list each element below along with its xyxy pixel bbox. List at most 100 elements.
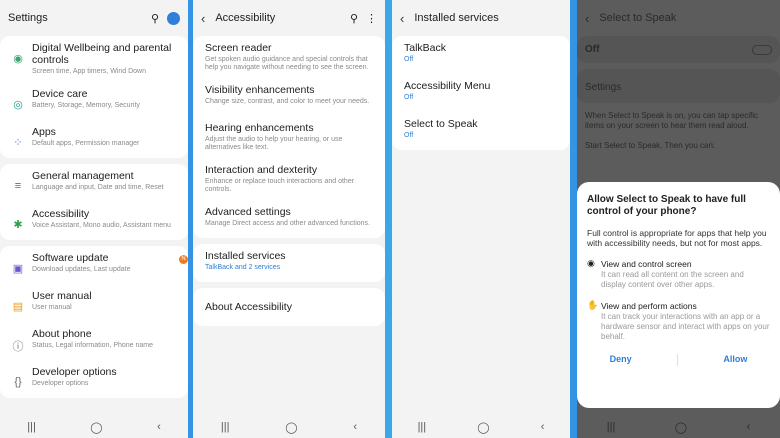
item-title: Installed services <box>205 250 286 262</box>
dialog-title: Allow Select to Speak to have full contr… <box>587 194 746 217</box>
service-talkback[interactable]: TalkBack Off <box>392 36 570 74</box>
item-title: Software update <box>32 252 109 264</box>
settings-header: Settings ⚲ <box>0 0 188 36</box>
settings-row[interactable]: Settings <box>577 69 780 103</box>
accessibility-icon: ✱ <box>13 219 23 231</box>
nav-bar: ||| ◯ ‹ <box>0 416 188 438</box>
settings-item-device-care[interactable]: ◎ Device care Battery, Storage, Memory, S… <box>0 82 188 120</box>
accessibility-screen: ‹ Accessibility ⚲ ⋮ Screen reader Get spo… <box>193 0 385 438</box>
item-about-accessibility[interactable]: About Accessibility <box>193 288 385 326</box>
manual-icon: ▤ <box>12 301 24 313</box>
settings-screen: Settings ⚲ ◉ Digital Wellbeing and paren… <box>0 0 188 438</box>
item-installed-services[interactable]: Installed services TalkBack and 2 service… <box>193 244 385 282</box>
settings-item-digital-wellbeing[interactable]: ◉ Digital Wellbeing and parental control… <box>0 36 188 82</box>
home-icon[interactable]: ◯ <box>675 421 687 434</box>
software-update-icon: ▣ <box>12 263 24 275</box>
installed-services-header: ‹ Installed services <box>392 0 570 36</box>
recent-apps-icon[interactable]: ||| <box>418 421 427 433</box>
item-title: About Accessibility <box>205 301 292 313</box>
new-badge: N <box>179 255 188 264</box>
toggle-row[interactable]: Off <box>577 36 780 63</box>
off-switch[interactable] <box>752 44 772 55</box>
item-title: Apps <box>32 126 56 138</box>
back-arrow-icon[interactable]: ‹ <box>585 11 589 26</box>
start-text: Start Select to Speak. Then you can: <box>585 141 716 150</box>
item-title: Interaction and dexterity <box>205 164 318 176</box>
button-divider <box>677 354 678 366</box>
home-icon[interactable]: ◯ <box>477 421 489 434</box>
item-sub: Get spoken audio guidance and special co… <box>205 56 369 71</box>
recent-apps-icon[interactable]: ||| <box>607 421 616 433</box>
page-title: Settings <box>8 12 48 24</box>
permission-desc: It can read all content on the screen an… <box>601 270 744 289</box>
back-arrow-icon[interactable]: ‹ <box>400 11 404 26</box>
permission-desc: It can track your interactions with an a… <box>601 312 770 341</box>
item-hearing-enhancements[interactable]: Hearing enhancements Adjust the audio to … <box>193 116 385 158</box>
settings-group-1: ◉ Digital Wellbeing and parental control… <box>0 36 188 158</box>
back-icon[interactable]: ‹ <box>157 421 161 433</box>
info-icon: ⓘ <box>12 341 24 353</box>
back-icon[interactable]: ‹ <box>353 421 357 433</box>
item-interaction-dexterity[interactable]: Interaction and dexterity Enhance or repl… <box>193 158 385 200</box>
page-title: Accessibility <box>215 12 276 24</box>
recent-apps-icon[interactable]: ||| <box>221 421 230 433</box>
profile-icon[interactable] <box>167 11 180 25</box>
dialog-body: Full control is appropriate for apps tha… <box>587 228 767 248</box>
device-care-icon: ◎ <box>13 99 23 111</box>
search-icon[interactable]: ⚲ <box>151 12 159 25</box>
item-title: User manual <box>32 290 92 302</box>
recent-apps-icon[interactable]: ||| <box>27 421 36 433</box>
more-options-icon[interactable]: ⋮ <box>366 12 377 25</box>
settings-item-user-manual[interactable]: ▤ User manual User manual <box>0 284 188 322</box>
item-advanced-settings[interactable]: Advanced settings Manage Direct access an… <box>193 200 385 238</box>
settings-group-3: ▣ Software update Download updates, Last … <box>0 246 188 398</box>
back-arrow-icon[interactable]: ‹ <box>201 11 205 26</box>
permission-dialog: Allow Select to Speak to have full contr… <box>577 182 780 408</box>
service-select-to-speak[interactable]: Select to Speak Off <box>392 112 570 150</box>
item-sub: Change size, contrast, and color to meet… <box>205 98 370 105</box>
settings-item-software-update[interactable]: ▣ Software update Download updates, Last … <box>0 246 188 284</box>
allow-button[interactable]: Allow <box>723 354 747 366</box>
settings-item-developer-options[interactable]: {} Developer options Developer options <box>0 360 188 398</box>
search-icon[interactable]: ⚲ <box>350 12 358 25</box>
services-list: TalkBack Off Accessibility Menu Off Select… <box>392 36 570 150</box>
item-title: General management <box>32 170 134 182</box>
item-title: Developer options <box>32 366 117 378</box>
item-sub: Language and input, Date and time, Reset <box>32 184 164 191</box>
settings-item-accessibility[interactable]: ✱ Accessibility Voice Assistant, Mono aud… <box>0 202 188 240</box>
home-icon[interactable]: ◯ <box>90 421 102 434</box>
settings-item-general-management[interactable]: ≡ General management Language and input, … <box>0 164 188 202</box>
item-screen-reader[interactable]: Screen reader Get spoken audio guidance a… <box>193 36 385 78</box>
eye-icon: ◉ <box>587 258 595 268</box>
back-icon[interactable]: ‹ <box>541 421 545 433</box>
item-sub: Screen time, App timers, Wind Down <box>32 68 146 75</box>
settings-item-about-phone[interactable]: ⓘ About phone Status, Legal information, … <box>0 322 188 360</box>
accessibility-group-1: Screen reader Get spoken audio guidance a… <box>193 36 385 238</box>
nav-bar: ||| ◯ ‹ <box>392 416 570 438</box>
settings-group-2: ≡ General management Language and input, … <box>0 164 188 240</box>
home-icon[interactable]: ◯ <box>285 421 297 434</box>
item-sub: Battery, Storage, Memory, Security <box>32 102 140 109</box>
item-sub: User manual <box>32 304 72 311</box>
item-sub: Download updates, Last update <box>32 266 131 273</box>
item-title: Select to Speak <box>404 118 478 130</box>
item-title: TalkBack <box>404 42 447 54</box>
description: When Select to Speak is on, you can tap … <box>577 103 780 159</box>
hand-icon: ✋ <box>587 300 599 310</box>
heart-clock-icon: ◉ <box>13 53 23 65</box>
installed-services-screen: ‹ Installed services TalkBack Off Accessi… <box>392 0 570 438</box>
accessibility-group-3: About Accessibility <box>193 288 385 326</box>
settings-item-apps[interactable]: ⁘ Apps Default apps, Permission manager <box>0 120 188 158</box>
item-title: Visibility enhancements <box>205 84 315 96</box>
description-text: When Select to Speak is on, you can tap … <box>585 111 758 130</box>
deny-button[interactable]: Deny <box>610 354 632 366</box>
item-title: Advanced settings <box>205 206 291 218</box>
item-status: Off <box>404 94 414 101</box>
back-icon[interactable]: ‹ <box>747 421 751 433</box>
item-visibility-enhancements[interactable]: Visibility enhancements Change size, cont… <box>193 78 385 116</box>
permission-view-control: ◉ View and control screen It can read all… <box>587 258 770 290</box>
item-sub: Adjust the audio to help your hearing, o… <box>205 136 343 151</box>
service-accessibility-menu[interactable]: Accessibility Menu Off <box>392 74 570 112</box>
item-sub: Status, Legal information, Phone name <box>32 342 154 349</box>
item-sub: Enhance or replace touch interactions an… <box>205 178 355 193</box>
